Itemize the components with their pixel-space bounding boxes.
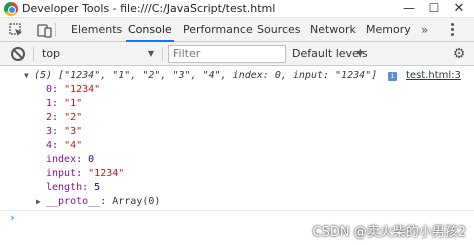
property-value: "1" (64, 98, 83, 109)
property-row: 0: "1234" (46, 84, 101, 95)
property-key: input (46, 168, 77, 179)
window-title: Developer Tools - file:///C:/JavaScript/… (22, 2, 276, 15)
console-output: ▼ (5) ["1234", "1", "2", "3", "4", index… (0, 67, 474, 245)
inspect-element-icon[interactable] (8, 22, 24, 38)
tabbar-divider (55, 23, 56, 37)
toolbar-divider (162, 47, 163, 61)
log-entry-header[interactable]: ▼ (5) ["1234", "1", "2", "3", "4", index… (24, 69, 464, 83)
chrome-icon (4, 2, 18, 16)
property-value: 0 (88, 154, 95, 165)
more-options-icon[interactable] (446, 23, 458, 37)
info-icon: i (388, 72, 397, 81)
property-row: length: 5 (46, 182, 101, 193)
property-row: 4: "4" (46, 140, 83, 151)
property-value: 5 (94, 182, 101, 193)
tab-elements[interactable]: Elements (71, 18, 122, 42)
minimize-button[interactable]: — (396, 0, 422, 18)
log-summary: (5) ["1234", "1", "2", "3", "4", index: … (34, 70, 378, 81)
chevron-down-icon: ▼ (357, 49, 364, 58)
close-button[interactable]: ✕ (446, 0, 472, 18)
property-row: input: "1234" (46, 168, 125, 179)
toolbar-divider (33, 47, 34, 61)
property-row: 2: "2" (46, 112, 83, 123)
more-tabs-icon[interactable]: » (421, 18, 428, 42)
clear-console-icon[interactable] (11, 47, 25, 61)
tab-performance[interactable]: Performance (183, 18, 253, 42)
chevron-down-icon: ▼ (147, 49, 154, 58)
device-toolbar-icon[interactable] (36, 22, 52, 38)
maximize-button[interactable]: ☐ (421, 0, 447, 18)
property-value: "3" (64, 126, 83, 137)
collapse-triangle-icon[interactable]: ▶ (36, 195, 41, 209)
tab-memory[interactable]: Memory (366, 18, 411, 42)
devtools-tabbar: Elements Console Performance Sources Net… (0, 18, 474, 42)
filter-input[interactable]: Filter (168, 45, 286, 63)
property-value: "1234" (88, 168, 125, 179)
property-row: 1: "1" (46, 98, 83, 109)
source-link[interactable]: test.html:3 (406, 69, 461, 83)
gear-icon[interactable]: ⚙ (452, 47, 466, 61)
context-selector[interactable]: top ▼ (40, 45, 158, 63)
context-selector-value: top (42, 47, 61, 60)
tab-network[interactable]: Network (310, 18, 356, 42)
tab-sources[interactable]: Sources (257, 18, 301, 42)
expand-triangle-icon[interactable]: ▼ (24, 69, 29, 83)
window-titlebar: Developer Tools - file:///C:/JavaScript/… (0, 0, 474, 18)
watermark: CSDN @卖火柴的小男孩2 (312, 225, 466, 240)
property-value: "2" (64, 112, 83, 123)
property-row: 3: "3" (46, 126, 83, 137)
proto-value: Array(0) (112, 196, 161, 207)
proto-row[interactable]: ▶ __proto__: Array(0) (0, 195, 300, 209)
property-value: "1234" (64, 84, 101, 95)
prompt-chevron-icon: › (9, 211, 16, 224)
tab-console[interactable]: Console (126, 18, 174, 42)
log-levels-selector[interactable]: Default levels ▼ (292, 45, 372, 63)
property-row: index: 0 (46, 154, 95, 165)
property-value: "4" (64, 140, 83, 151)
property-key: index (46, 154, 77, 165)
proto-key: __proto__ (46, 196, 101, 207)
property-key: length (46, 182, 83, 193)
console-toolbar: top ▼ Filter Default levels ▼ ⚙ (0, 42, 474, 66)
